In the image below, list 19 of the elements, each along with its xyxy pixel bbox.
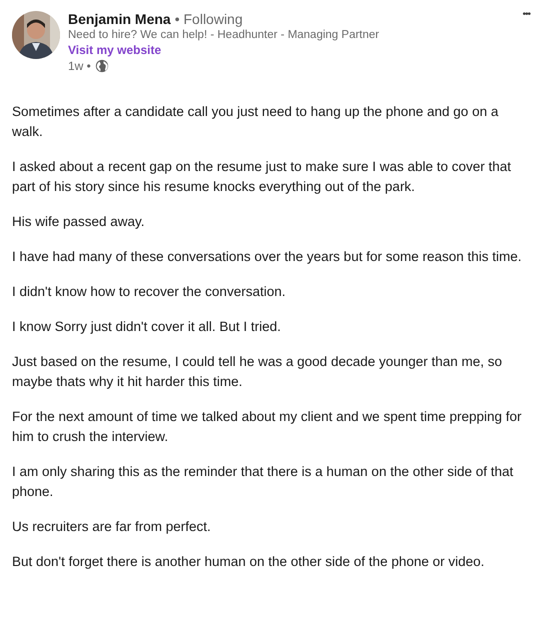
avatar[interactable] [12, 11, 60, 59]
more-menu[interactable]: ••• [522, 9, 530, 20]
post-paragraph: I am only sharing this as the reminder that there is a human on the other side of that phone. [12, 463, 514, 501]
globe-icon [94, 59, 109, 73]
post-paragraph: For the next amount of time we talked about my client and we spent time prepping for him to crush the interview. [12, 408, 523, 446]
post-paragraph: I have had many of these conversations over the years but for some reason this time. [12, 248, 523, 266]
post-paragraph: Us recruiters are far from perfect. [12, 518, 212, 536]
author-name[interactable]: Benjamin Mena [68, 11, 171, 27]
post-paragraph: His wife passed away. [12, 213, 146, 231]
website-link[interactable]: Visit my website [68, 43, 162, 57]
post-paragraph: I know Sorry just didn't cover it all. But I tried. [12, 318, 282, 336]
connection-status: • Following [174, 11, 243, 27]
author-headline: Need to hire? We can help! - Headhunter - Managing Partner [68, 29, 380, 41]
post-time: 1w • [68, 59, 91, 73]
post-paragraph: Just based on the resume, I could tell he was a good decade younger than me, so maybe thats why it hit harder this time. [12, 353, 504, 391]
post-paragraph: I asked about a recent gap on the resume just to make sure I was able to cover that part of his story since his resume knocks everything out of the park. [12, 158, 512, 196]
post-paragraph: Sometimes after a candidate call you just need to hang up the phone and go on a walk. [12, 103, 500, 141]
post-paragraph: But don't forget there is another human on the other side of the phone or video. [12, 553, 486, 571]
post-paragraph: I didn't know how to recover the conversation. [12, 283, 286, 301]
